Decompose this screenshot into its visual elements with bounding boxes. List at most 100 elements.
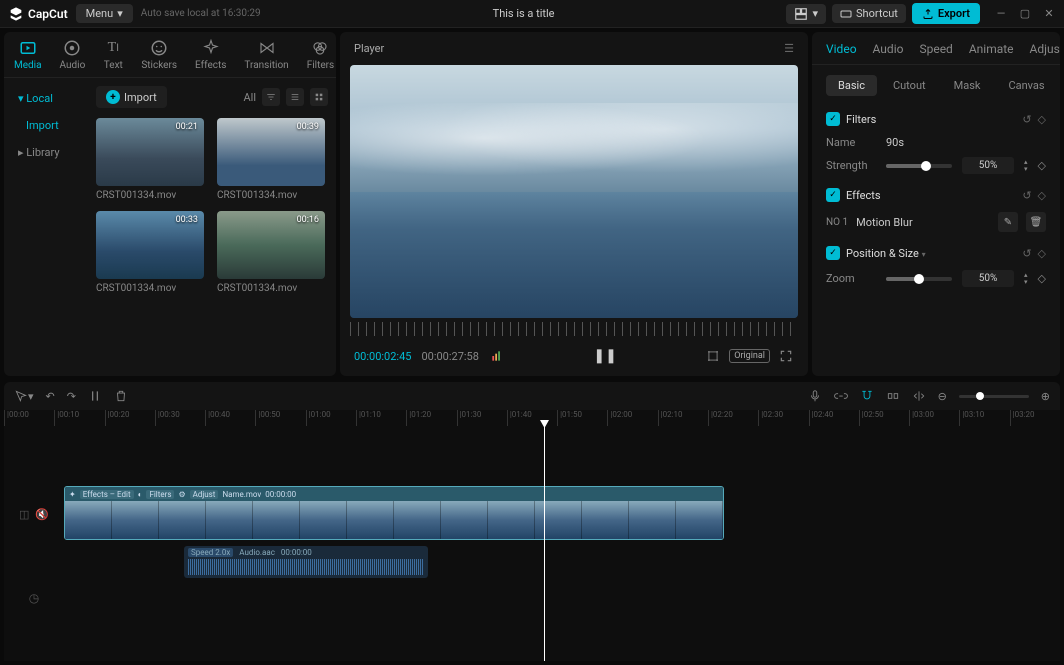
keyframe-icon[interactable]: ◇ — [1038, 272, 1046, 285]
undo-button[interactable]: ↶ — [46, 390, 55, 403]
subtab-basic[interactable]: Basic — [826, 75, 877, 96]
media-clip[interactable]: 00:21 CRST001334.mov — [96, 118, 207, 201]
subtab-canvas[interactable]: Canvas — [996, 75, 1056, 96]
fx-track-icon[interactable]: ◷ — [29, 591, 39, 605]
media-tab-filters[interactable]: Filters — [307, 38, 335, 71]
media-clip[interactable]: 00:33 CRST001334.mov — [96, 211, 207, 294]
maximize-button[interactable]: ▢ — [1018, 7, 1032, 20]
sidebar-item-library[interactable]: ▸ Library — [8, 140, 84, 165]
props-tab-speed[interactable]: Speed — [919, 42, 952, 56]
track-lock-icon[interactable]: ◫ — [19, 508, 29, 521]
effect-name: Motion Blur — [856, 216, 990, 229]
link-button[interactable] — [834, 389, 848, 403]
reset-icon[interactable]: ↺ — [1022, 247, 1031, 260]
snap-button[interactable] — [860, 389, 874, 403]
close-button[interactable]: ✕ — [1042, 7, 1056, 20]
clip-fx-icon: ✦ — [69, 490, 76, 499]
props-tab-adjust[interactable]: Adjust — [1030, 42, 1060, 56]
align-button[interactable] — [886, 389, 900, 403]
filters-icon — [310, 38, 330, 58]
effects-checkbox[interactable]: ✓ — [826, 188, 840, 202]
track-mute-icon[interactable]: 🔇 — [35, 508, 49, 521]
player-ruler[interactable] — [350, 322, 798, 336]
player-menu-button[interactable]: ☰ — [784, 42, 794, 55]
step-down[interactable]: ▾ — [1024, 279, 1028, 285]
props-tab-audio[interactable]: Audio — [873, 42, 904, 56]
zoom-in-button[interactable]: ⊕ — [1041, 390, 1050, 403]
view-list-button[interactable] — [286, 88, 304, 106]
shortcut-label: Shortcut — [856, 7, 898, 20]
delete-button[interactable] — [114, 389, 128, 403]
clip-thumbnail: 00:33 — [96, 211, 204, 279]
zoom-value[interactable]: 50% — [962, 270, 1014, 287]
media-tab-audio[interactable]: Audio — [60, 38, 86, 71]
subtab-cutout[interactable]: Cutout — [881, 75, 938, 96]
filters-checkbox[interactable]: ✓ — [826, 112, 840, 126]
position-head: Position & Size ▾ — [846, 247, 1016, 260]
reset-icon[interactable]: ↺ — [1022, 189, 1031, 202]
strength-value[interactable]: 50% — [962, 157, 1014, 174]
import-button[interactable]: + Import — [96, 86, 167, 108]
media-clip[interactable]: 00:39 CRST001334.mov — [217, 118, 328, 201]
fullscreen-icon[interactable] — [778, 348, 794, 364]
media-clip[interactable]: 00:16 CRST001334.mov — [217, 211, 328, 294]
audio-meter-icon[interactable] — [489, 348, 505, 364]
clip-thumbnail: 00:39 — [217, 118, 325, 186]
props-tab-animate[interactable]: Animate — [969, 42, 1014, 56]
preview-button[interactable] — [912, 389, 926, 403]
filter-all[interactable]: All — [243, 91, 256, 104]
filter-name: 90s — [886, 136, 904, 149]
shortcut-button[interactable]: Shortcut — [832, 4, 906, 23]
media-tab-transition[interactable]: Transition — [244, 38, 288, 71]
step-down[interactable]: ▾ — [1024, 166, 1028, 172]
original-badge[interactable]: Original — [729, 349, 770, 363]
chevron-down-icon[interactable]: ▾ — [922, 250, 926, 259]
reset-icon[interactable]: ↺ — [1022, 113, 1031, 126]
timeline-audio-clip[interactable]: Speed 2.0x Audio.aac 00:00:00 — [184, 546, 428, 578]
sort-button[interactable] — [262, 88, 280, 106]
project-title[interactable]: This is a title — [269, 7, 779, 20]
media-tab-text[interactable]: TI Text — [103, 38, 123, 71]
playhead[interactable] — [544, 426, 545, 661]
player-viewport[interactable] — [350, 65, 798, 318]
keyframe-icon[interactable]: ◇ — [1038, 189, 1046, 202]
select-tool[interactable]: ▾ — [14, 389, 34, 403]
props-tab-video[interactable]: Video — [826, 42, 857, 56]
export-button[interactable]: Export — [912, 3, 980, 24]
view-grid-button[interactable] — [310, 88, 328, 106]
keyframe-icon[interactable]: ◇ — [1038, 247, 1046, 260]
timeline-video-clip[interactable]: ✦ Effects – Edit ◐ Filters ⚙ Adjust Name… — [64, 486, 724, 540]
sticker-icon — [149, 38, 169, 58]
position-checkbox[interactable]: ✓ — [826, 246, 840, 260]
subtab-mask[interactable]: Mask — [942, 75, 993, 96]
minimize-button[interactable]: — — [994, 7, 1008, 20]
waveform — [188, 559, 424, 575]
media-tab-media[interactable]: Media — [14, 38, 42, 71]
player-title: Player — [354, 42, 384, 55]
filters-head: Filters — [846, 113, 1016, 126]
mic-button[interactable] — [808, 389, 822, 403]
timeline-ruler[interactable]: |00:00|00:10|00:20|00:30|00:40|00:50|01:… — [4, 410, 1060, 426]
app-logo: CapCut — [8, 6, 68, 22]
zoom-out-button[interactable]: ⊖ — [938, 390, 947, 403]
split-button[interactable] — [88, 389, 102, 403]
menu-button[interactable]: Menu ▾ — [76, 4, 133, 23]
strength-slider[interactable] — [886, 164, 952, 168]
media-tab-stickers[interactable]: Stickers — [141, 38, 177, 71]
edit-effect-button[interactable]: ✎ — [998, 212, 1018, 232]
zoom-slider[interactable] — [886, 277, 952, 281]
player-panel: Player ☰ 00:00:02:45 00:00:27:58 ❚❚ Orig… — [340, 32, 808, 376]
delete-effect-button[interactable]: 🗑 — [1026, 212, 1046, 232]
zoom-slider[interactable] — [959, 395, 1029, 398]
pause-button[interactable]: ❚❚ — [593, 344, 617, 368]
clip-thumbnail: 00:16 — [217, 211, 325, 279]
keyframe-icon[interactable]: ◇ — [1038, 159, 1046, 172]
sidebar-item-local[interactable]: ▾ Local — [8, 86, 84, 111]
media-tab-effects[interactable]: Effects — [195, 38, 226, 71]
keyframe-icon[interactable]: ◇ — [1038, 113, 1046, 126]
export-label: Export — [938, 7, 970, 20]
redo-button[interactable]: ↷ — [67, 390, 76, 403]
scale-icon[interactable] — [705, 348, 721, 364]
sidebar-item-import[interactable]: Import — [8, 113, 84, 138]
layout-button[interactable]: ▾ — [786, 4, 826, 24]
